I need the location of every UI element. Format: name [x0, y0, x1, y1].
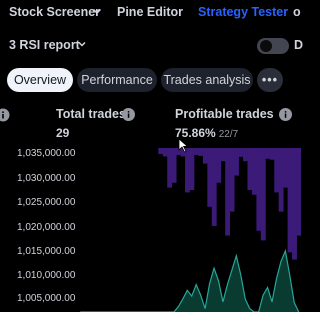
- drawdown-bar: [278, 148, 284, 212]
- y-axis-tick: 1,035,000.00: [17, 148, 76, 159]
- mouse-cursor-icon: [178, 138, 189, 153]
- tab-trades-analysis[interactable]: Trades analysis: [161, 68, 253, 92]
- drawdown-bar: [287, 148, 293, 253]
- drawdown-bar: [193, 148, 199, 155]
- top-navigation: Stock Screener Pine Editor Strategy Test…: [0, 0, 301, 24]
- toggle-knob: [260, 40, 272, 52]
- nav-pine-editor[interactable]: Pine Editor: [117, 5, 183, 19]
- nav-partial-item[interactable]: o: [293, 5, 301, 19]
- profitable-trades-label: Profitable trades: [175, 107, 274, 121]
- y-axis-tick: 1,010,000.00: [17, 270, 76, 281]
- y-axis-tick: 1,015,000.00: [17, 246, 76, 257]
- drawdown-bar: [167, 148, 173, 188]
- report-title[interactable]: 3 RSI report: [9, 38, 80, 52]
- drawdown-bar: [225, 148, 231, 236]
- info-icon[interactable]: [0, 108, 10, 122]
- drawdown-bar: [185, 148, 190, 193]
- tab-performance[interactable]: Performance: [77, 68, 157, 92]
- tab-overview[interactable]: Overview: [7, 68, 73, 92]
- drawdown-bar: [158, 148, 164, 154]
- info-icon[interactable]: [122, 108, 135, 121]
- drawdown-bar: [171, 148, 177, 183]
- drawdown-bar: [229, 148, 235, 212]
- drawdown-bar: [202, 148, 208, 164]
- drawdown-bars: [158, 148, 301, 260]
- drawdown-bar: [162, 148, 168, 157]
- drawdown-bar: [198, 148, 204, 156]
- drawdown-bar: [247, 148, 253, 190]
- equity-area: [80, 250, 299, 312]
- drawdown-bar: [211, 148, 217, 226]
- drawdown-bar: [220, 148, 226, 162]
- y-axis-tick: 1,025,000.00: [17, 197, 76, 208]
- y-axis-tick: 1,005,000.00: [17, 293, 76, 304]
- profitable-trades-ratio: 22/7: [218, 129, 239, 140]
- toggle-switch[interactable]: [257, 38, 289, 54]
- drawdown-bar: [256, 148, 262, 231]
- drawdown-bar: [216, 148, 222, 183]
- drawdown-bar: [283, 148, 289, 188]
- drawdown-bar: [274, 148, 280, 193]
- chevron-down-icon[interactable]: [90, 4, 104, 18]
- drawdown-bar: [238, 148, 244, 157]
- drawdown-bar: [260, 148, 266, 241]
- chevron-down-icon[interactable]: [76, 38, 88, 50]
- drawdown-bar: [243, 148, 248, 162]
- toggle-label: D: [294, 38, 304, 52]
- drawdown-bar: [207, 148, 213, 207]
- total-trades-value: 29: [56, 126, 70, 140]
- more-options-button[interactable]: •••: [257, 68, 283, 92]
- drawdown-bar: [269, 148, 275, 160]
- y-axis-tick: 1,020,000.00: [17, 222, 76, 233]
- total-trades-label: Total trades: [56, 107, 126, 121]
- drawdown-bar: [234, 148, 239, 176]
- drawdown-bar: [189, 148, 195, 190]
- report-selector[interactable]: 3 RSI report: [0, 34, 301, 58]
- drawdown-bar: [265, 148, 271, 159]
- y-axis-tick: 1,030,000.00: [17, 173, 76, 184]
- drawdown-bar: [292, 148, 297, 260]
- nav-stock-screener[interactable]: Stock Screener: [9, 5, 100, 19]
- info-icon[interactable]: [279, 108, 292, 121]
- drawdown-bar: [296, 148, 301, 236]
- nav-strategy-tester[interactable]: Strategy Tester: [198, 5, 288, 19]
- drawdown-bar: [251, 148, 257, 195]
